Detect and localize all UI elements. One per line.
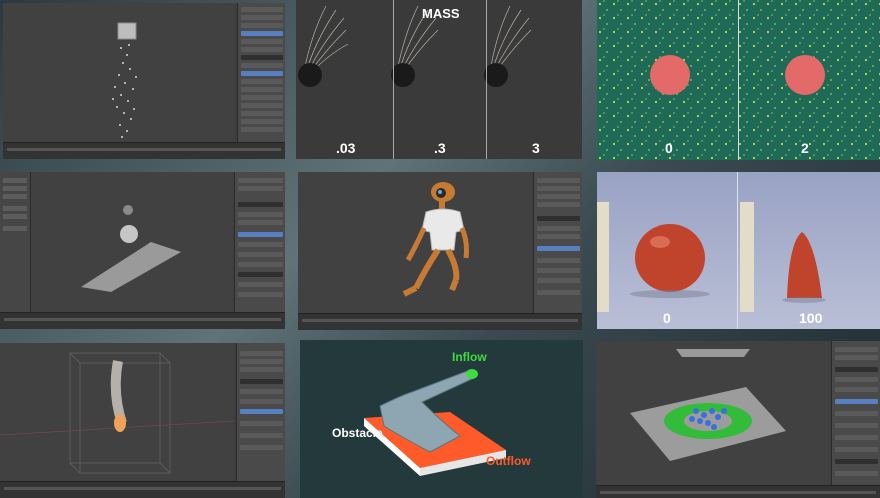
mass-value-3: 3 (532, 140, 540, 156)
particles-value-1: 0 (665, 140, 673, 156)
obstacle-label: Obstacle (332, 426, 383, 440)
blender-smoke-tile[interactable] (0, 343, 285, 498)
timeline-bar[interactable] (0, 481, 285, 498)
particle-scene (112, 22, 137, 138)
particles-comparison-tile: 0 2 (597, 0, 880, 160)
fluid-setup-render (364, 369, 506, 476)
properties-panel[interactable] (234, 172, 285, 313)
hair-mass-comparison-tile: MASS .03 .3 3 (296, 0, 582, 159)
sphere-plane-scene (81, 205, 181, 292)
timeline-bar[interactable] (596, 485, 880, 498)
properties-panel[interactable] (533, 172, 582, 314)
mass-value-1: .03 (336, 140, 356, 156)
hair-strands-render (298, 5, 532, 87)
smoke-domain-render (0, 352, 235, 474)
timeline-bar[interactable] (3, 142, 285, 159)
softbody-render (597, 202, 826, 312)
viewport-3d[interactable] (3, 3, 235, 143)
blender-particles-tile[interactable] (3, 3, 285, 159)
viewport-3d[interactable] (0, 343, 235, 484)
softbody-value-2: 100 (799, 310, 823, 326)
inflow-label: Inflow (452, 350, 487, 364)
viewport-3d[interactable] (298, 172, 532, 314)
softbody-value-1: 0 (663, 310, 671, 326)
viewport-3d[interactable] (31, 172, 233, 313)
properties-panel[interactable] (237, 3, 285, 143)
video-thumbnail-grid: { "mass_panel": { "title": "MASS", "valu… (0, 0, 880, 498)
fluid-particles-render (630, 349, 786, 461)
mass-value-2: .3 (434, 140, 446, 156)
softbody-comparison-tile: 0 100 (597, 172, 880, 329)
blender-fluid-tile[interactable] (596, 341, 880, 498)
fluid-setup-tile: Inflow Obstacle Outflow (300, 340, 583, 498)
blender-softbody-tile[interactable] (0, 172, 285, 329)
tool-shelf[interactable] (0, 172, 31, 313)
viewport-3d[interactable] (596, 341, 830, 486)
particles-value-2: 2 (801, 140, 809, 156)
properties-panel[interactable] (236, 343, 285, 484)
outflow-label: Outflow (486, 454, 531, 468)
properties-panel[interactable] (831, 341, 880, 486)
mass-title: MASS (422, 6, 460, 21)
timeline-bar[interactable] (298, 313, 582, 330)
alien-character-render (402, 182, 469, 297)
timeline-bar[interactable] (0, 312, 285, 329)
blender-character-tile[interactable] (298, 172, 582, 330)
